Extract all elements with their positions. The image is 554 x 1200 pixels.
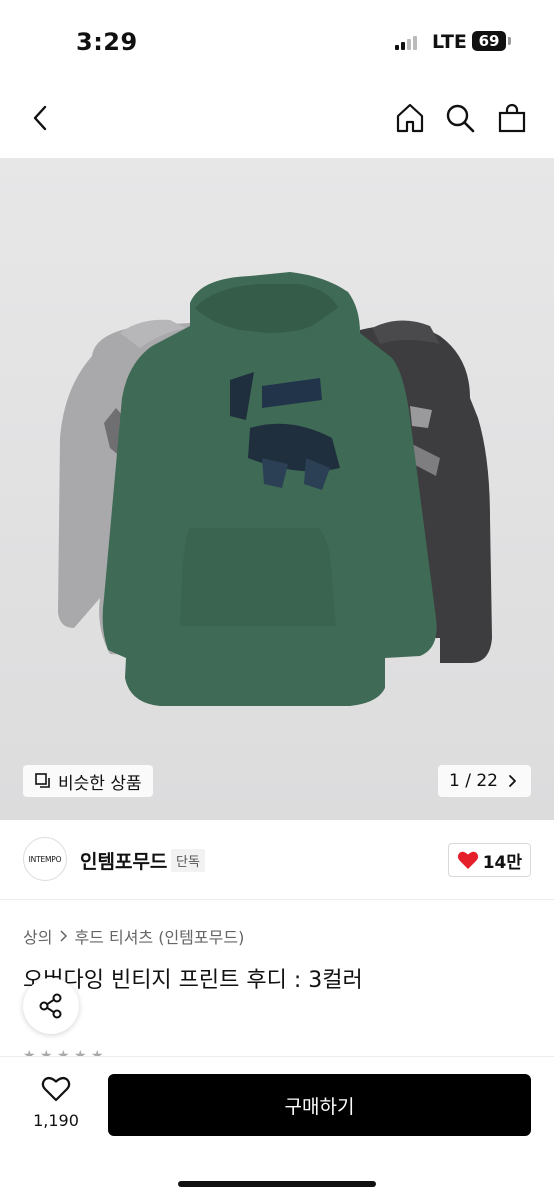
signal-icon bbox=[395, 34, 423, 50]
buy-button[interactable]: 구매하기 bbox=[108, 1074, 531, 1136]
battery-cap bbox=[508, 37, 511, 45]
wishlist-count: 1,190 bbox=[33, 1111, 79, 1130]
copy-icon bbox=[35, 773, 50, 788]
heart-filled-icon bbox=[457, 851, 478, 869]
similar-products-label: 비슷한 상품 bbox=[58, 773, 142, 794]
status-time: 3:29 bbox=[76, 28, 138, 56]
search-icon[interactable] bbox=[442, 100, 478, 136]
chevron-right-icon bbox=[60, 930, 68, 942]
brand-like-button[interactable]: 14만 bbox=[447, 843, 531, 877]
network-label: LTE bbox=[432, 31, 467, 53]
back-icon[interactable] bbox=[22, 100, 58, 136]
top-nav bbox=[0, 80, 554, 158]
brand-logo[interactable]: INTEMPO bbox=[23, 837, 67, 881]
share-icon bbox=[39, 993, 62, 1019]
image-counter-text: 1 / 22 bbox=[449, 771, 498, 791]
image-counter[interactable]: 1 / 22 bbox=[438, 765, 531, 797]
wishlist-button[interactable]: 1,190 bbox=[28, 1075, 84, 1130]
brand-like-count: 14만 bbox=[482, 852, 522, 873]
exclusive-badge: 단독 bbox=[171, 849, 205, 872]
status-bar: 3:29 LTE 69 bbox=[0, 0, 554, 80]
product-image-carousel[interactable]: 비슷한 상품 1 / 22 bbox=[0, 158, 554, 820]
heart-outline-icon bbox=[41, 1077, 71, 1102]
breadcrumb-category[interactable]: 상의 bbox=[23, 924, 52, 948]
breadcrumb-subcategory[interactable]: 후드 티셔츠 (인템포무드) bbox=[74, 924, 244, 948]
similar-products-button[interactable]: 비슷한 상품 bbox=[23, 765, 153, 797]
breadcrumb: 상의 후드 티셔츠 (인템포무드) bbox=[23, 924, 244, 948]
battery-icon: 69 bbox=[472, 31, 506, 51]
bottom-action-bar: 1,190 구매하기 bbox=[0, 1056, 554, 1200]
home-indicator bbox=[178, 1181, 376, 1187]
brand-row[interactable]: INTEMPO 인템포무드 단독 14만 bbox=[0, 820, 554, 900]
chevron-right-icon bbox=[509, 775, 516, 787]
shopping-bag-icon[interactable] bbox=[494, 100, 530, 136]
share-button[interactable] bbox=[23, 978, 79, 1034]
brand-name[interactable]: 인템포무드 bbox=[80, 847, 167, 874]
product-photo bbox=[58, 272, 492, 706]
home-icon[interactable] bbox=[392, 100, 428, 136]
